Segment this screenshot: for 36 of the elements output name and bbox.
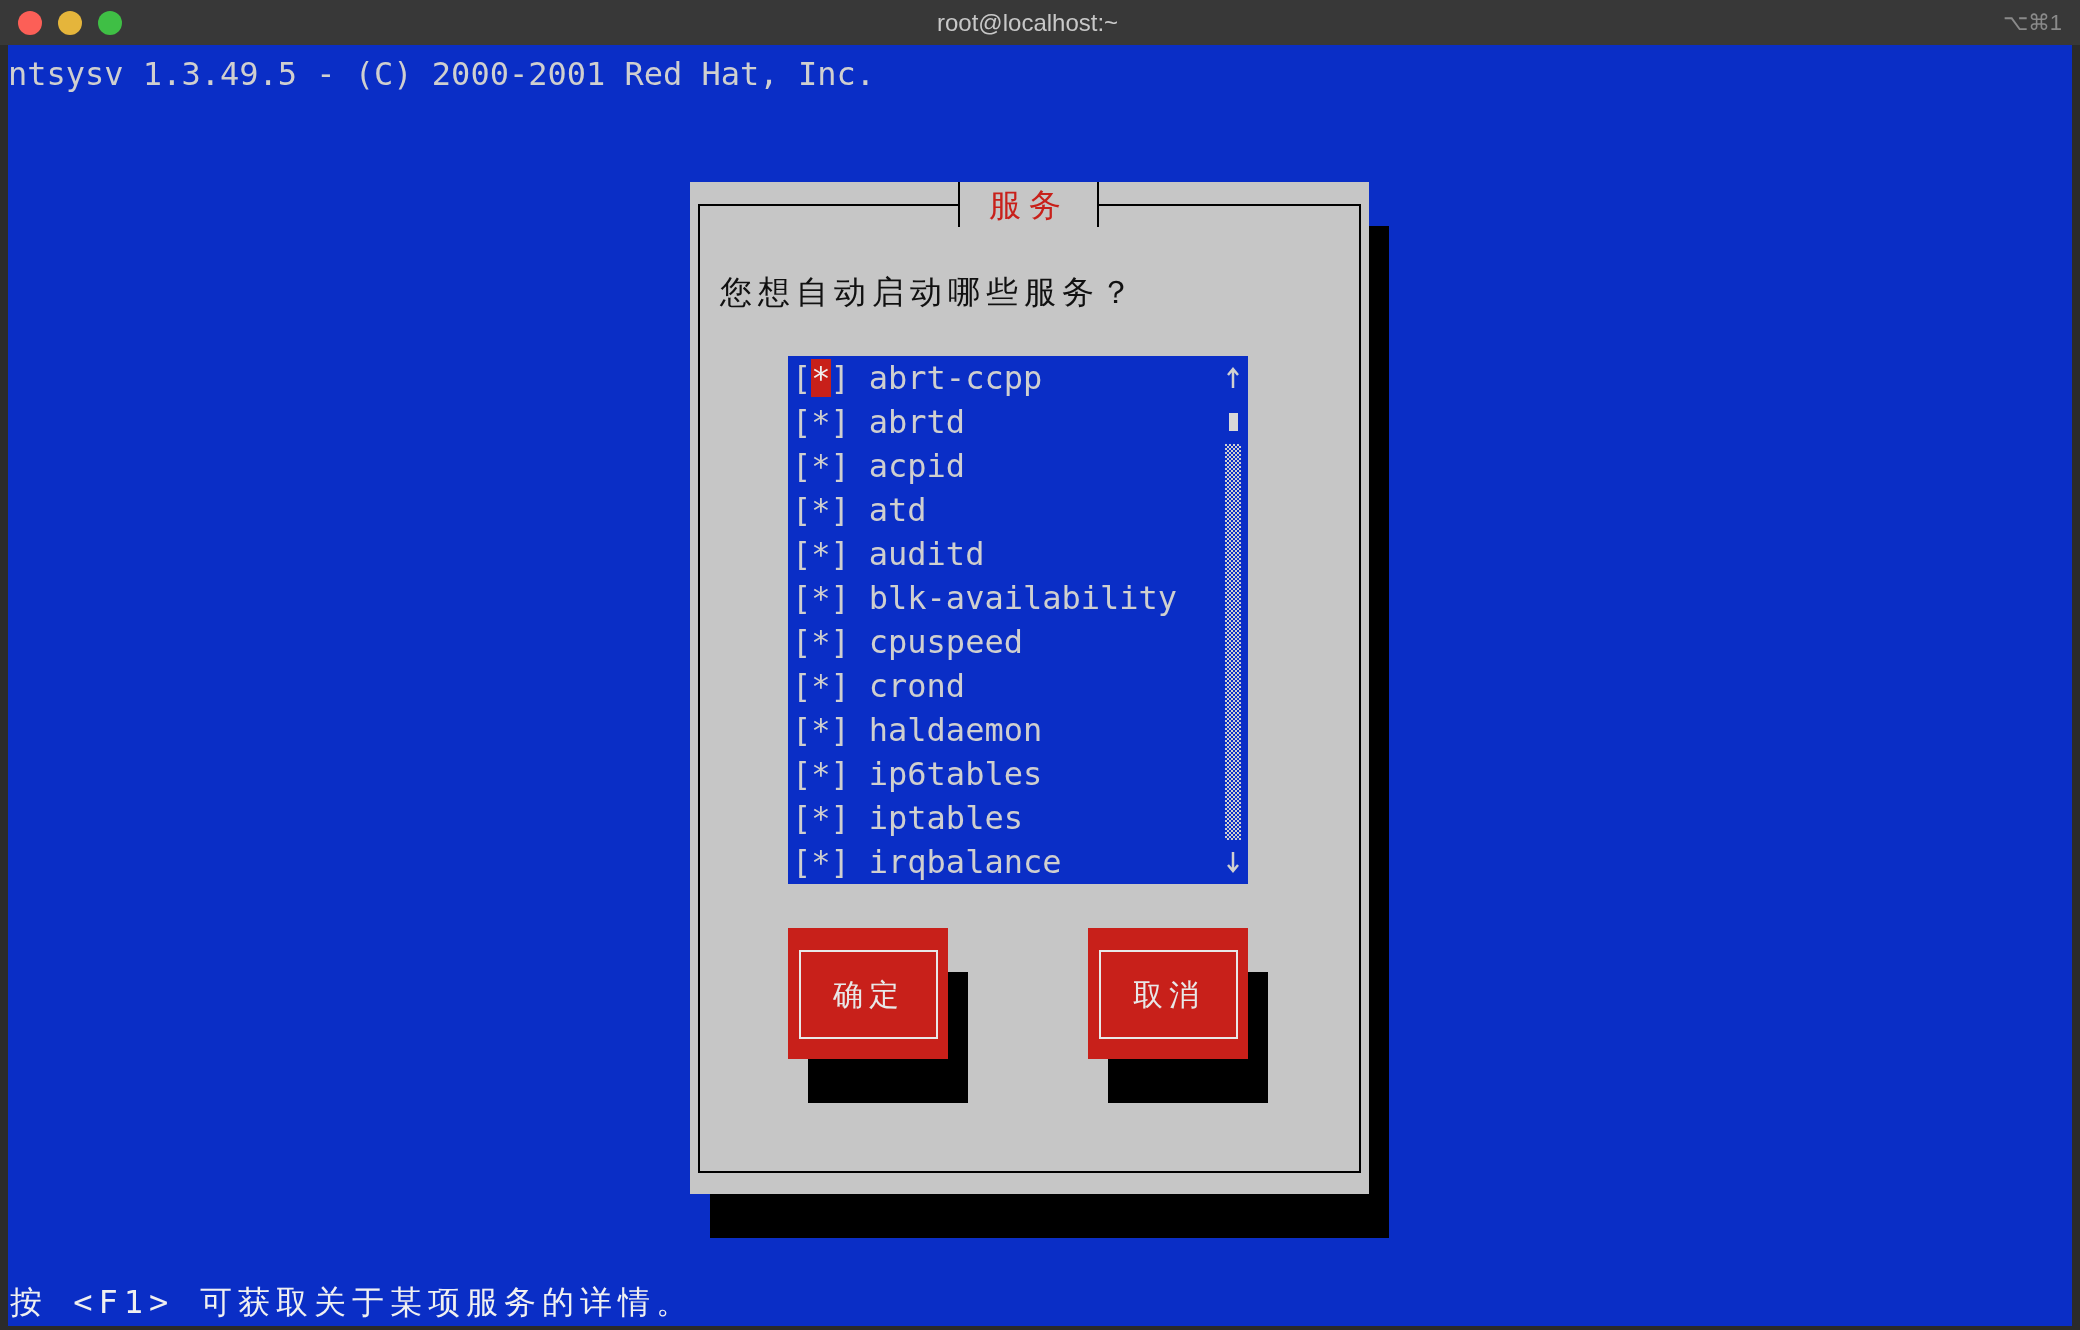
down-arrow-icon[interactable] bbox=[1226, 851, 1240, 873]
help-hint: 按 <F1> 可获取关于某项服务的详情。 bbox=[10, 1283, 694, 1321]
checkbox[interactable]: [*] bbox=[792, 664, 850, 708]
checkbox[interactable]: [*] bbox=[792, 708, 850, 752]
service-name[interactable]: cpuspeed bbox=[868, 620, 1023, 664]
service-name[interactable]: irqbalance bbox=[868, 840, 1062, 884]
checkbox[interactable]: [*] bbox=[792, 488, 850, 532]
minimize-button[interactable] bbox=[58, 10, 82, 35]
service-name[interactable]: abrt-ccpp bbox=[868, 356, 1043, 400]
question-text: 您想自动启动哪些服务？ bbox=[720, 273, 1138, 311]
window-title: root@localhost:~ bbox=[937, 7, 1119, 38]
checkbox[interactable]: [*] bbox=[792, 796, 850, 840]
program-header: ntsysv 1.3.49.5 - (C) 2000-2001 Red Hat, Inc. bbox=[8, 54, 875, 95]
service-name[interactable]: iptables bbox=[868, 796, 1023, 840]
checkbox[interactable]: [*] bbox=[792, 444, 850, 488]
checkbox[interactable]: [*] bbox=[792, 400, 850, 444]
checkbox[interactable]: [*] bbox=[792, 532, 850, 576]
shortcut-label: ⌥⌘1 bbox=[2002, 9, 2062, 37]
checkbox[interactable]: [*] bbox=[792, 576, 850, 620]
up-arrow-icon[interactable] bbox=[1226, 367, 1240, 389]
service-name[interactable]: auditd bbox=[868, 532, 985, 576]
service-name[interactable]: atd bbox=[868, 488, 927, 532]
service-name[interactable]: acpid bbox=[868, 444, 966, 488]
checkbox[interactable]: [*] bbox=[792, 840, 850, 884]
checkbox[interactable]: [*] bbox=[792, 620, 850, 664]
checkbox[interactable]: [*] bbox=[792, 752, 850, 796]
close-button[interactable] bbox=[18, 10, 42, 35]
dialog-title: 服务 bbox=[988, 184, 1069, 226]
service-name[interactable]: haldaemon bbox=[868, 708, 1043, 752]
service-name[interactable]: crond bbox=[868, 664, 966, 708]
checkbox[interactable]: [*] bbox=[792, 356, 850, 400]
scroll-thumb[interactable] bbox=[1228, 413, 1238, 431]
zoom-button[interactable] bbox=[98, 10, 122, 35]
service-name[interactable]: blk-availability bbox=[868, 576, 1178, 620]
service-name[interactable]: abrtd bbox=[868, 400, 966, 444]
service-name[interactable]: ip6tables bbox=[868, 752, 1043, 796]
